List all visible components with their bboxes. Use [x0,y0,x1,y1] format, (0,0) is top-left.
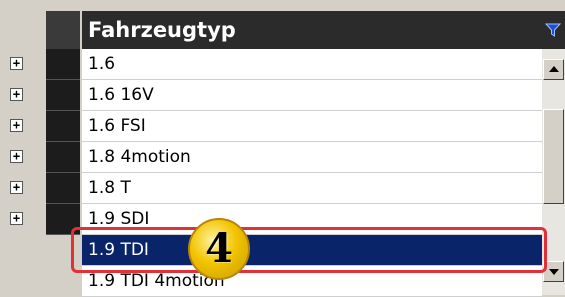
expand-icon[interactable]: + [10,212,23,225]
column-header-fahrzeugtyp[interactable]: Fahrzeugtyp [82,11,542,49]
arrow-up-icon [549,66,559,72]
cell-fahrzeugtyp[interactable]: 1.6 FSI [82,111,542,142]
step-badge: 4 [188,218,250,280]
cell-fahrzeugtyp[interactable]: 1.6 16V [82,80,542,111]
grid-left-gutter [0,286,82,295]
row-selector[interactable] [46,142,80,173]
grid-screenshot: Fahrzeugtyp + 1.6 + 1.6 16V + 1.6 FSI + … [0,0,565,297]
table-row[interactable]: + 1.8 T [0,173,542,204]
row-selector[interactable] [46,80,80,111]
table-row[interactable]: + 1.6 FSI [0,111,542,142]
expand-icon[interactable]: + [10,57,23,70]
arrow-down-icon [549,269,559,275]
row-selector[interactable] [46,173,80,204]
row-selector[interactable] [46,49,80,80]
table-row[interactable]: + 1.8 4motion [0,142,542,173]
expand-icon[interactable]: + [10,150,23,163]
row-selector[interactable] [46,111,80,142]
row-selector-header [46,11,80,49]
scroll-up-button[interactable] [543,59,564,80]
expand-icon[interactable]: + [10,181,23,194]
filter-button[interactable] [542,11,565,49]
filter-funnel-icon[interactable] [545,23,561,37]
cell-fahrzeugtyp[interactable]: 1.6 [82,49,542,80]
expand-icon[interactable]: + [10,88,23,101]
expand-icon[interactable]: + [10,119,23,132]
step-highlight-box [71,227,547,273]
grid-corner [2,9,44,49]
scrollbar-thumb[interactable] [543,109,564,204]
table-row[interactable]: + 1.6 [0,49,542,80]
cell-fahrzeugtyp[interactable]: 1.8 T [82,173,542,204]
cell-fahrzeugtyp[interactable]: 1.8 4motion [82,142,542,173]
table-row[interactable]: + 1.6 16V [0,80,542,111]
